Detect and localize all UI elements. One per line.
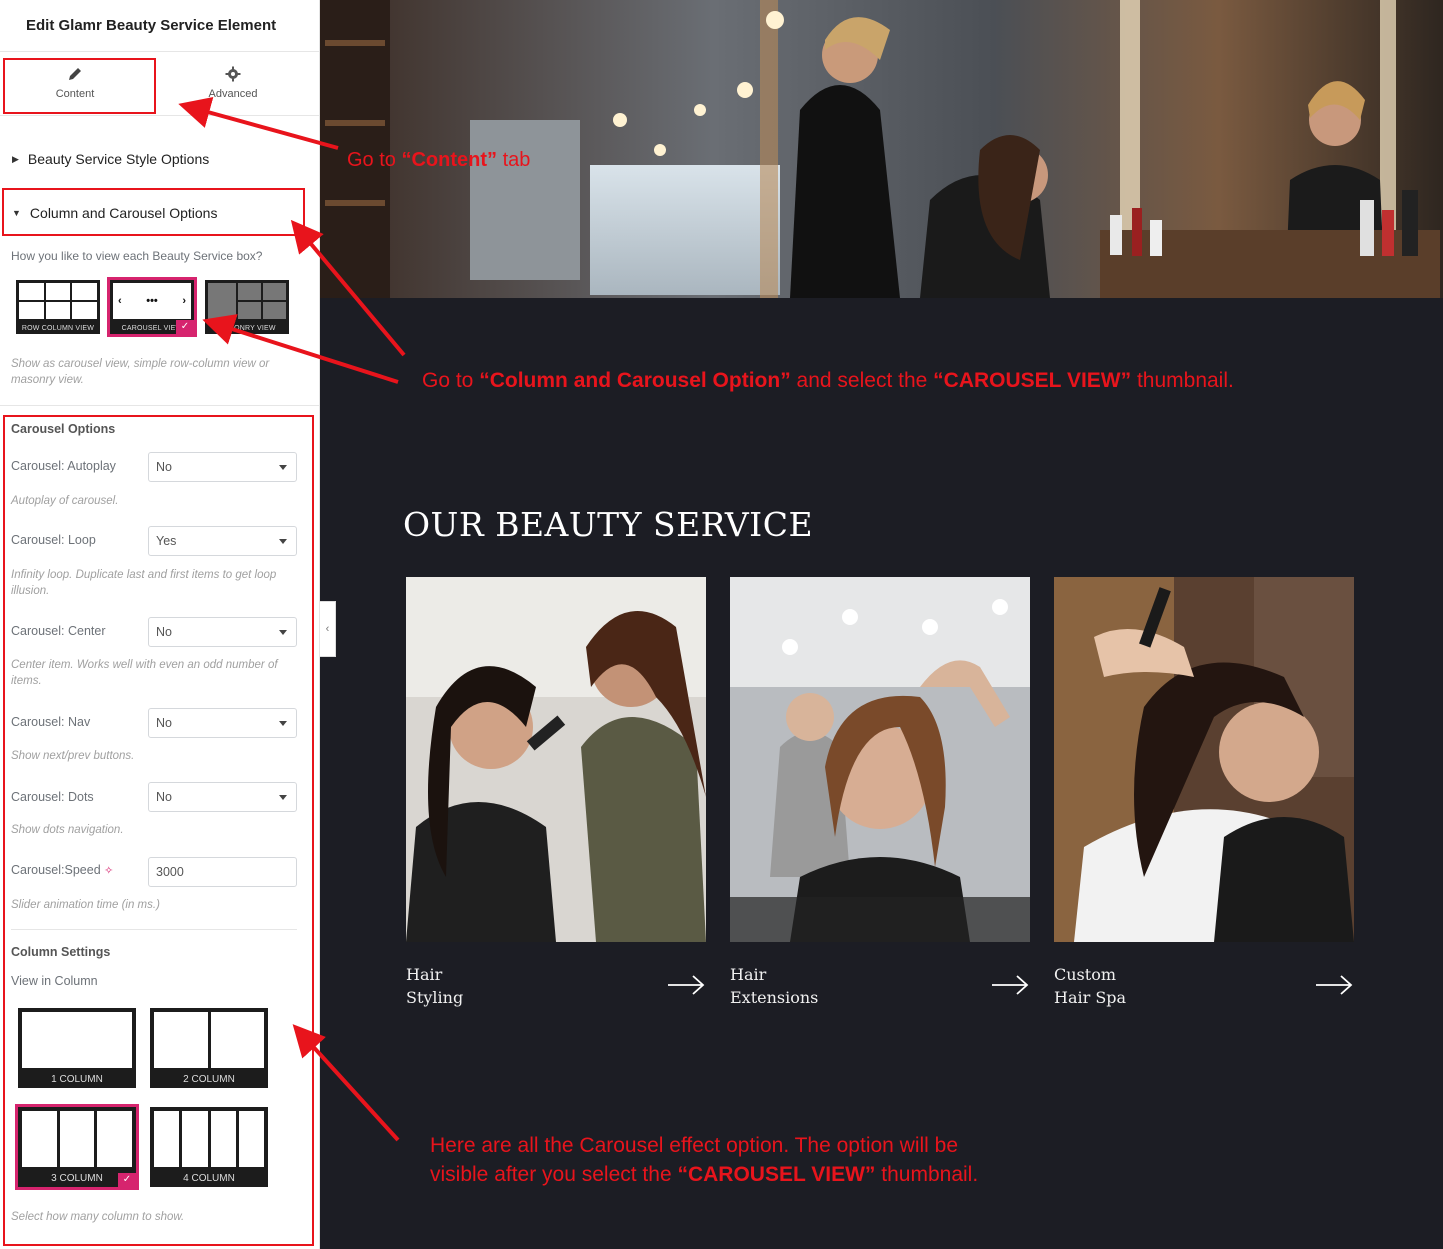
annotation-text: thumbnail. [1131, 369, 1234, 392]
service-name-hair-extensions[interactable]: Hair Extensions [730, 963, 818, 1009]
service-image-hair-styling[interactable] [406, 577, 706, 942]
annotation-carousel-view: Go to “Column and Carousel Option” and s… [422, 366, 1234, 395]
editor-sidebar: Edit Glamr Beauty Service Element Conten… [0, 0, 320, 1249]
arrow-right-icon[interactable] [991, 974, 1029, 996]
annotation-line-2: visible after you select the “CAROUSEL V… [430, 1160, 978, 1189]
chevron-right-icon: › [182, 295, 186, 307]
annotation-text: and select the [790, 369, 934, 392]
checkmark-icon: ✓ [176, 320, 194, 334]
annotation-content-tab: Go to “Content” tab [347, 146, 530, 175]
section-style-options[interactable]: ▶ Beauty Service Style Options [0, 139, 318, 179]
chevron-left-icon: ‹ [325, 623, 330, 635]
page-preview: OUR BEAUTY SERVICE Hair Styling Hair Ext… [320, 0, 1443, 1249]
service-name-hair-styling[interactable]: Hair Styling [406, 963, 463, 1009]
annotation-box-column-carousel [2, 188, 305, 236]
panel-title: Edit Glamr Beauty Service Element [0, 0, 319, 52]
tab-advanced-label: Advanced [208, 88, 258, 100]
view-help: Show as carousel view, simple row-column… [11, 358, 270, 386]
annotation-box-content-tab [3, 58, 156, 114]
section-style-options-label: Beauty Service Style Options [27, 151, 210, 167]
dots-icon: ••• [146, 295, 158, 307]
annotation-bold: “CAROUSEL VIEW” [933, 369, 1132, 392]
masonry-view-thumbnail[interactable]: MASONRY VIEW [205, 280, 289, 334]
gear-icon [225, 66, 241, 82]
annotation-text: visible after you select the [430, 1163, 678, 1186]
row-column-view-thumbnail[interactable]: ROW COLUMN VIEW [16, 280, 100, 334]
service-image-hair-extensions[interactable] [730, 577, 1030, 942]
annotation-text: tab [497, 149, 531, 171]
tab-advanced[interactable]: Advanced [158, 52, 308, 114]
annotation-text: Go to [347, 149, 402, 171]
service-image-custom-hair-spa[interactable] [1054, 577, 1354, 942]
section-title: OUR BEAUTY SERVICE [403, 505, 814, 544]
annotation-text: Here are all the Carousel effect option.… [430, 1134, 959, 1157]
annotation-bold: “Column and Carousel Option” [479, 369, 791, 392]
chevron-left-icon: ‹ [118, 295, 122, 307]
carousel-view-thumbnail[interactable]: ‹ ••• › CAROUSEL VIEW ✓ [107, 277, 197, 337]
thumbnail-caption: MASONRY VIEW [218, 325, 276, 332]
annotation-bold: “CAROUSEL VIEW” [677, 1163, 876, 1186]
view-prompt: How you like to view each Beauty Service… [11, 249, 263, 263]
caret-right-icon: ▶ [12, 153, 19, 164]
arrow-right-icon[interactable] [1315, 974, 1353, 996]
annotation-box-carousel-options [3, 415, 314, 1246]
collapse-panel-button[interactable]: ‹ [320, 601, 336, 657]
annotation-text: thumbnail. [875, 1163, 979, 1186]
annotation-text: Go to [422, 369, 480, 392]
annotation-carousel-options: Here are all the Carousel effect option.… [430, 1131, 978, 1189]
service-name-custom-hair-spa[interactable]: Custom Hair Spa [1054, 963, 1126, 1009]
divider [0, 405, 319, 406]
thumbnail-caption: ROW COLUMN VIEW [21, 325, 95, 332]
arrow-right-icon[interactable] [667, 974, 705, 996]
annotation-bold: “Content” [401, 149, 498, 171]
